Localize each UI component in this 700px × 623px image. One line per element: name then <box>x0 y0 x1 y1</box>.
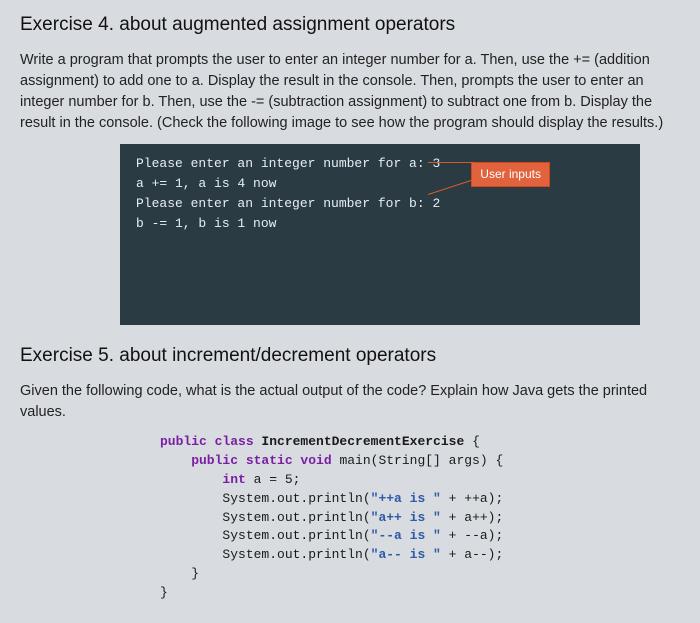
exercise-5-title: Exercise 5. about increment/decrement op… <box>20 345 680 367</box>
console-line-4: b -= 1, b is 1 now <box>136 216 276 231</box>
code-str: "a-- is " <box>371 547 441 562</box>
code-txt: System.out.println( <box>160 528 371 543</box>
java-code-block: public class IncrementDecrementExercise … <box>160 433 680 603</box>
code-txt: System.out.println( <box>160 491 371 506</box>
code-txt: { <box>464 434 480 449</box>
code-txt: } <box>160 566 199 581</box>
console-line-1: Please enter an integer number for a: 3 <box>136 156 440 171</box>
exercise-4-body: Write a program that prompts the user to… <box>20 50 680 134</box>
code-str: "--a is " <box>371 528 441 543</box>
code-txt: System.out.println( <box>160 510 371 525</box>
console-line-3: Please enter an integer number for b: 2 <box>136 196 440 211</box>
code-txt: + ++a); <box>441 491 503 506</box>
arrow-line-icon <box>428 180 472 195</box>
code-class: IncrementDecrementExercise <box>261 434 464 449</box>
code-txt: + --a); <box>441 528 503 543</box>
code-txt: ; <box>293 472 301 487</box>
code-num: 5 <box>285 472 293 487</box>
code-txt: System.out.println( <box>160 547 371 562</box>
document-page: Exercise 4. about augmented assignment o… <box>0 0 700 623</box>
code-fn: main(String[] args) <box>339 453 487 468</box>
code-str: "a++ is " <box>371 510 441 525</box>
console-line-2: a += 1, a is 4 now <box>136 176 276 191</box>
code-kw: public static void <box>160 453 339 468</box>
code-txt: { <box>488 453 504 468</box>
arrow-line-icon <box>428 162 474 163</box>
code-txt: } <box>160 585 168 600</box>
exercise-4-title: Exercise 4. about augmented assignment o… <box>20 14 680 36</box>
code-txt: + a--); <box>441 547 503 562</box>
code-kw: public class <box>160 434 261 449</box>
user-inputs-badge: User inputs <box>471 162 550 187</box>
code-str: "++a is " <box>371 491 441 506</box>
console-output: Please enter an integer number for a: 3 … <box>120 144 640 325</box>
code-txt: a = <box>254 472 285 487</box>
code-kw: int <box>160 472 254 487</box>
code-txt: + a++); <box>441 510 503 525</box>
exercise-5-body: Given the following code, what is the ac… <box>20 381 680 423</box>
